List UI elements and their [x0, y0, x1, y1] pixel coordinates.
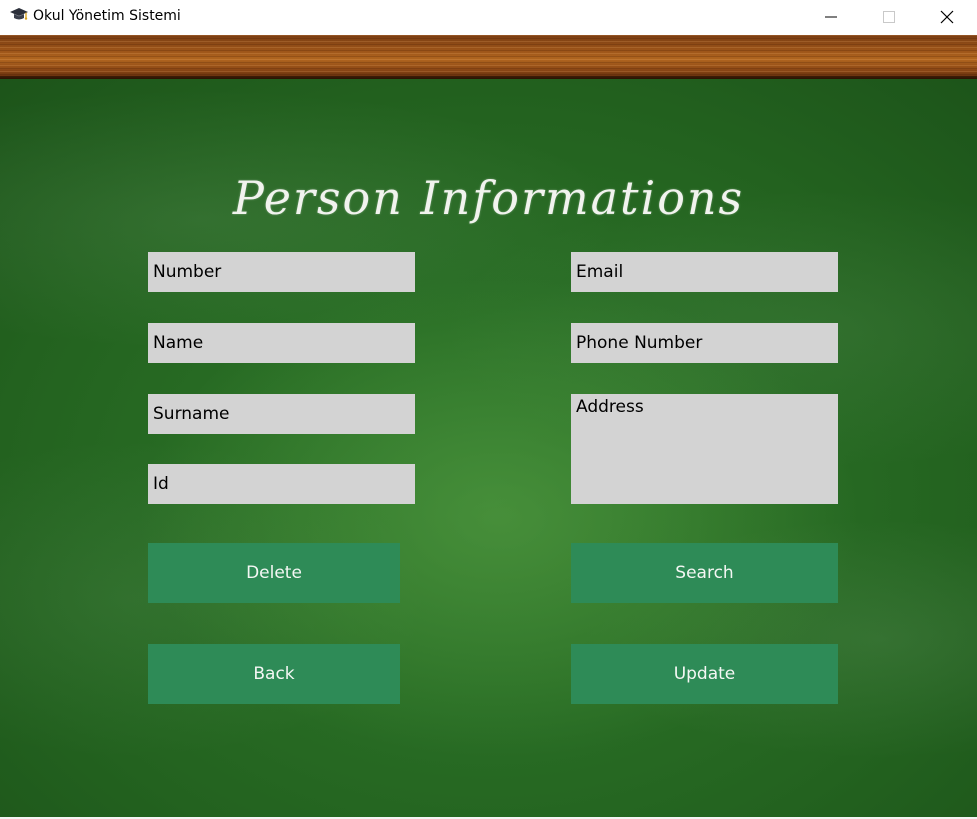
title-bar: Okul Yönetim Sistemi [0, 0, 977, 35]
phone-number-field[interactable] [571, 323, 838, 363]
delete-button[interactable]: Delete [148, 543, 400, 603]
maximize-button[interactable] [860, 0, 918, 35]
number-field[interactable] [148, 252, 415, 292]
close-button[interactable] [918, 0, 976, 35]
close-icon [940, 10, 954, 24]
minimize-icon [825, 16, 837, 18]
window-title: Okul Yönetim Sistemi [33, 8, 181, 24]
minimize-button[interactable] [802, 0, 860, 35]
name-field[interactable] [148, 323, 415, 363]
back-button[interactable]: Back [148, 644, 400, 704]
surname-field[interactable] [148, 394, 415, 434]
update-button[interactable]: Update [571, 644, 838, 704]
id-field[interactable] [148, 464, 415, 504]
page-title: Person Informations [232, 170, 745, 225]
search-button[interactable]: Search [571, 543, 838, 603]
maximize-icon [883, 11, 895, 23]
address-field[interactable] [571, 394, 838, 504]
graduation-cap-icon [10, 8, 28, 20]
wood-frame [0, 35, 977, 79]
email-field[interactable] [571, 252, 838, 292]
